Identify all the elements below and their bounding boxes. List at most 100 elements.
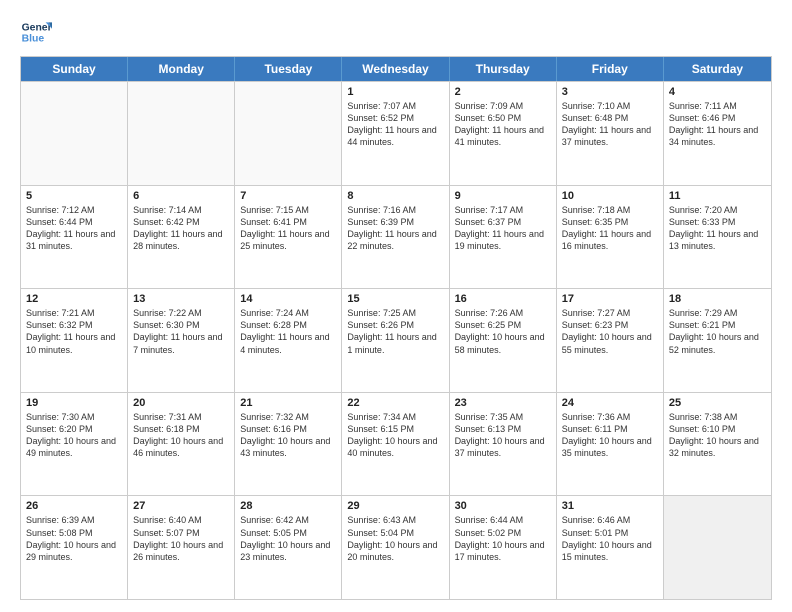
- day-info: Sunrise: 7:24 AM Sunset: 6:28 PM Dayligh…: [240, 307, 336, 356]
- day-header-wednesday: Wednesday: [342, 57, 449, 81]
- day-cell-9: 9 Sunrise: 7:17 AM Sunset: 6:37 PM Daylig…: [450, 186, 557, 289]
- week-row-4: 19 Sunrise: 7:30 AM Sunset: 6:20 PM Dayli…: [21, 392, 771, 496]
- day-header-friday: Friday: [557, 57, 664, 81]
- day-cell-29: 29 Sunrise: 6:43 AM Sunset: 5:04 PM Dayli…: [342, 496, 449, 599]
- day-number: 25: [669, 397, 766, 409]
- page: General Blue SundayMondayTuesdayWednesda…: [0, 0, 792, 612]
- day-info: Sunrise: 7:29 AM Sunset: 6:21 PM Dayligh…: [669, 307, 766, 356]
- day-cell-13: 13 Sunrise: 7:22 AM Sunset: 6:30 PM Dayli…: [128, 289, 235, 392]
- day-number: 2: [455, 86, 551, 98]
- day-number: 7: [240, 190, 336, 202]
- day-info: Sunrise: 7:14 AM Sunset: 6:42 PM Dayligh…: [133, 204, 229, 253]
- day-info: Sunrise: 7:12 AM Sunset: 6:44 PM Dayligh…: [26, 204, 122, 253]
- day-cell-10: 10 Sunrise: 7:18 AM Sunset: 6:35 PM Dayli…: [557, 186, 664, 289]
- day-info: Sunrise: 6:44 AM Sunset: 5:02 PM Dayligh…: [455, 514, 551, 563]
- day-info: Sunrise: 7:10 AM Sunset: 6:48 PM Dayligh…: [562, 100, 658, 149]
- day-number: 20: [133, 397, 229, 409]
- day-number: 6: [133, 190, 229, 202]
- day-info: Sunrise: 6:42 AM Sunset: 5:05 PM Dayligh…: [240, 514, 336, 563]
- day-info: Sunrise: 7:38 AM Sunset: 6:10 PM Dayligh…: [669, 411, 766, 460]
- day-cell-16: 16Sunrise: 7:26 AM Sunset: 6:25 PM Dayli…: [450, 289, 557, 392]
- day-number: 29: [347, 500, 443, 512]
- day-cell-28: 28 Sunrise: 6:42 AM Sunset: 5:05 PM Dayli…: [235, 496, 342, 599]
- day-cell-23: 23 Sunrise: 7:35 AM Sunset: 6:13 PM Dayli…: [450, 393, 557, 496]
- day-info: Sunrise: 7:21 AM Sunset: 6:32 PM Dayligh…: [26, 307, 122, 356]
- day-cell-7: 7 Sunrise: 7:15 AM Sunset: 6:41 PM Daylig…: [235, 186, 342, 289]
- day-number: 19: [26, 397, 122, 409]
- svg-text:Blue: Blue: [22, 34, 45, 45]
- day-cell-26: 26Sunrise: 6:39 AM Sunset: 5:08 PM Dayli…: [21, 496, 128, 599]
- day-cell-27: 27 Sunrise: 6:40 AM Sunset: 5:07 PM Dayli…: [128, 496, 235, 599]
- day-cell-11: 11Sunrise: 7:20 AM Sunset: 6:33 PM Dayli…: [664, 186, 771, 289]
- day-cell-15: 15 Sunrise: 7:25 AM Sunset: 6:26 PM Dayli…: [342, 289, 449, 392]
- day-cell-30: 30 Sunrise: 6:44 AM Sunset: 5:02 PM Dayli…: [450, 496, 557, 599]
- day-cell-1: 1 Sunrise: 7:07 AM Sunset: 6:52 PM Daylig…: [342, 82, 449, 185]
- day-number: 4: [669, 86, 766, 98]
- day-number: 27: [133, 500, 229, 512]
- day-header-thursday: Thursday: [450, 57, 557, 81]
- day-info: Sunrise: 6:43 AM Sunset: 5:04 PM Dayligh…: [347, 514, 443, 563]
- day-info: Sunrise: 7:31 AM Sunset: 6:18 PM Dayligh…: [133, 411, 229, 460]
- calendar: SundayMondayTuesdayWednesdayThursdayFrid…: [20, 56, 772, 600]
- day-info: Sunrise: 6:40 AM Sunset: 5:07 PM Dayligh…: [133, 514, 229, 563]
- calendar-body: 1 Sunrise: 7:07 AM Sunset: 6:52 PM Daylig…: [21, 81, 771, 599]
- day-info: Sunrise: 7:36 AM Sunset: 6:11 PM Dayligh…: [562, 411, 658, 460]
- day-cell-22: 22 Sunrise: 7:34 AM Sunset: 6:15 PM Dayli…: [342, 393, 449, 496]
- day-cell-4: 4 Sunrise: 7:11 AM Sunset: 6:46 PM Daylig…: [664, 82, 771, 185]
- day-cell-19: 19 Sunrise: 7:30 AM Sunset: 6:20 PM Dayli…: [21, 393, 128, 496]
- day-info: Sunrise: 7:09 AM Sunset: 6:50 PM Dayligh…: [455, 100, 551, 149]
- day-info: Sunrise: 7:11 AM Sunset: 6:46 PM Dayligh…: [669, 100, 766, 149]
- day-info: Sunrise: 7:35 AM Sunset: 6:13 PM Dayligh…: [455, 411, 551, 460]
- day-info: Sunrise: 7:22 AM Sunset: 6:30 PM Dayligh…: [133, 307, 229, 356]
- day-number: 28: [240, 500, 336, 512]
- day-number: 15: [347, 293, 443, 305]
- day-number: 21: [240, 397, 336, 409]
- day-cell-21: 21Sunrise: 7:32 AM Sunset: 6:16 PM Dayli…: [235, 393, 342, 496]
- day-cell-3: 3Sunrise: 7:10 AM Sunset: 6:48 PM Daylig…: [557, 82, 664, 185]
- header: General Blue: [20, 16, 772, 48]
- day-info: Sunrise: 7:17 AM Sunset: 6:37 PM Dayligh…: [455, 204, 551, 253]
- day-cell-17: 17 Sunrise: 7:27 AM Sunset: 6:23 PM Dayli…: [557, 289, 664, 392]
- day-info: Sunrise: 7:16 AM Sunset: 6:39 PM Dayligh…: [347, 204, 443, 253]
- day-cell-2: 2 Sunrise: 7:09 AM Sunset: 6:50 PM Daylig…: [450, 82, 557, 185]
- day-info: Sunrise: 6:46 AM Sunset: 5:01 PM Dayligh…: [562, 514, 658, 563]
- empty-cell: [664, 496, 771, 599]
- logo: General Blue: [20, 16, 52, 48]
- day-number: 10: [562, 190, 658, 202]
- day-number: 18: [669, 293, 766, 305]
- day-header-saturday: Saturday: [664, 57, 771, 81]
- day-cell-8: 8Sunrise: 7:16 AM Sunset: 6:39 PM Daylig…: [342, 186, 449, 289]
- day-cell-25: 25 Sunrise: 7:38 AM Sunset: 6:10 PM Dayli…: [664, 393, 771, 496]
- day-cell-14: 14Sunrise: 7:24 AM Sunset: 6:28 PM Dayli…: [235, 289, 342, 392]
- empty-cell: [235, 82, 342, 185]
- day-number: 13: [133, 293, 229, 305]
- day-info: Sunrise: 7:15 AM Sunset: 6:41 PM Dayligh…: [240, 204, 336, 253]
- empty-cell: [128, 82, 235, 185]
- day-cell-6: 6 Sunrise: 7:14 AM Sunset: 6:42 PM Daylig…: [128, 186, 235, 289]
- day-number: 23: [455, 397, 551, 409]
- week-row-2: 5 Sunrise: 7:12 AM Sunset: 6:44 PM Daylig…: [21, 185, 771, 289]
- day-number: 30: [455, 500, 551, 512]
- day-number: 12: [26, 293, 122, 305]
- day-info: Sunrise: 7:27 AM Sunset: 6:23 PM Dayligh…: [562, 307, 658, 356]
- day-info: Sunrise: 7:25 AM Sunset: 6:26 PM Dayligh…: [347, 307, 443, 356]
- day-info: Sunrise: 7:18 AM Sunset: 6:35 PM Dayligh…: [562, 204, 658, 253]
- day-info: Sunrise: 7:30 AM Sunset: 6:20 PM Dayligh…: [26, 411, 122, 460]
- day-number: 24: [562, 397, 658, 409]
- day-cell-18: 18 Sunrise: 7:29 AM Sunset: 6:21 PM Dayli…: [664, 289, 771, 392]
- day-cell-5: 5 Sunrise: 7:12 AM Sunset: 6:44 PM Daylig…: [21, 186, 128, 289]
- day-header-monday: Monday: [128, 57, 235, 81]
- week-row-3: 12 Sunrise: 7:21 AM Sunset: 6:32 PM Dayli…: [21, 288, 771, 392]
- day-number: 5: [26, 190, 122, 202]
- day-info: Sunrise: 7:26 AM Sunset: 6:25 PM Dayligh…: [455, 307, 551, 356]
- day-number: 9: [455, 190, 551, 202]
- day-info: Sunrise: 7:34 AM Sunset: 6:15 PM Dayligh…: [347, 411, 443, 460]
- day-number: 17: [562, 293, 658, 305]
- day-cell-20: 20 Sunrise: 7:31 AM Sunset: 6:18 PM Dayli…: [128, 393, 235, 496]
- day-info: Sunrise: 7:07 AM Sunset: 6:52 PM Dayligh…: [347, 100, 443, 149]
- empty-cell: [21, 82, 128, 185]
- day-number: 1: [347, 86, 443, 98]
- day-number: 11: [669, 190, 766, 202]
- day-number: 22: [347, 397, 443, 409]
- day-cell-12: 12 Sunrise: 7:21 AM Sunset: 6:32 PM Dayli…: [21, 289, 128, 392]
